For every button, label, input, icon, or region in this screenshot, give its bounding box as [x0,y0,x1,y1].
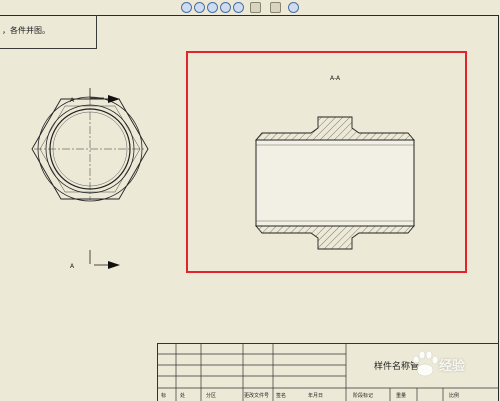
tb-label: 分区 [206,393,217,399]
section-bore [255,139,415,227]
arrow-label-bottom: A [70,263,75,270]
arrow-bottom-head [108,261,120,269]
section-view[interactable]: A-A [255,75,415,250]
front-view[interactable] [31,96,149,202]
cad-drawing-canvas: A A A-A [31,51,467,273]
tb-label: 阶段标记 [353,393,374,399]
watermark: 经验 [411,348,499,384]
tb-label: 年月日 [308,393,324,399]
paw-icon [412,350,439,377]
section-title: A-A [330,75,341,82]
watermark-text: 经验 [439,359,466,374]
section-top-wall [255,116,415,141]
tb-label: 更改文件号 [244,393,270,399]
tb-label: 处 [180,393,186,399]
arrow-label-top: A [70,97,75,104]
section-bottom-wall [255,225,415,250]
tb-label: 标 [161,393,167,399]
tb-label: 重量 [396,393,407,399]
tb-label: 签名 [276,393,287,399]
arrow-top-head [108,95,120,103]
tb-label: 比例 [449,393,460,399]
